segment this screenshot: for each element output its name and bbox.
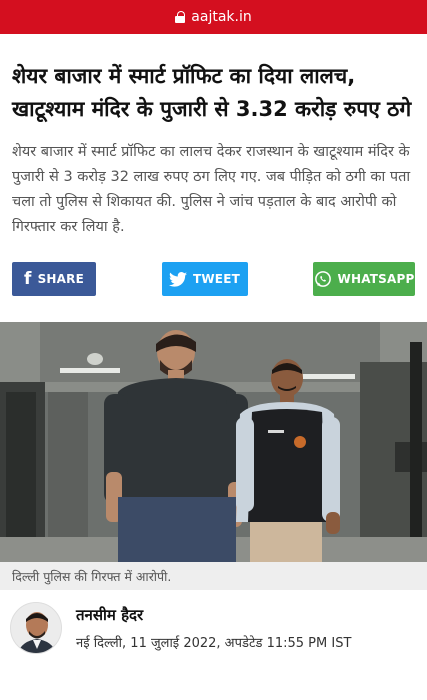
whatsapp-icon bbox=[314, 270, 332, 288]
article-photo bbox=[0, 322, 427, 562]
arrest-photo-illustration bbox=[0, 322, 427, 562]
article-lede: शेयर बाजार में स्मार्ट प्रॉफिट का लालच द… bbox=[12, 144, 411, 235]
facebook-share-button[interactable]: f SHARE bbox=[12, 262, 96, 296]
article-dateline: नई दिल्ली, 11 जुलाई 2022, अपडेटेड 11:55 … bbox=[76, 636, 352, 651]
photo-caption: दिल्ली पुलिस की गिरफ्त में आरोपी. bbox=[0, 562, 427, 590]
twitter-share-label: TWEET bbox=[192, 272, 240, 286]
facebook-share-label: SHARE bbox=[37, 272, 85, 286]
whatsapp-share-button[interactable]: WHATSAPP bbox=[313, 262, 415, 296]
twitter-bird-icon bbox=[168, 271, 187, 287]
lock-icon bbox=[175, 11, 186, 23]
facebook-icon: f bbox=[23, 269, 32, 289]
author-avatar[interactable] bbox=[10, 602, 62, 654]
url-text[interactable]: aajtak.in bbox=[191, 9, 251, 25]
twitter-share-button[interactable]: TWEET bbox=[161, 262, 248, 296]
author-block: तनसीम हैदर नई दिल्ली, 11 जुलाई 2022, अपड… bbox=[0, 590, 427, 654]
browser-url-bar[interactable]: aajtak.in bbox=[0, 0, 427, 34]
article-headline: शेयर बाजार में स्मार्ट प्रॉफिट का दिया ल… bbox=[12, 64, 412, 121]
whatsapp-share-label: WHATSAPP bbox=[337, 272, 415, 286]
share-bar: f SHARE TWEET WHATSAPP bbox=[0, 240, 427, 296]
author-name[interactable]: तनसीम हैदर bbox=[76, 605, 351, 625]
